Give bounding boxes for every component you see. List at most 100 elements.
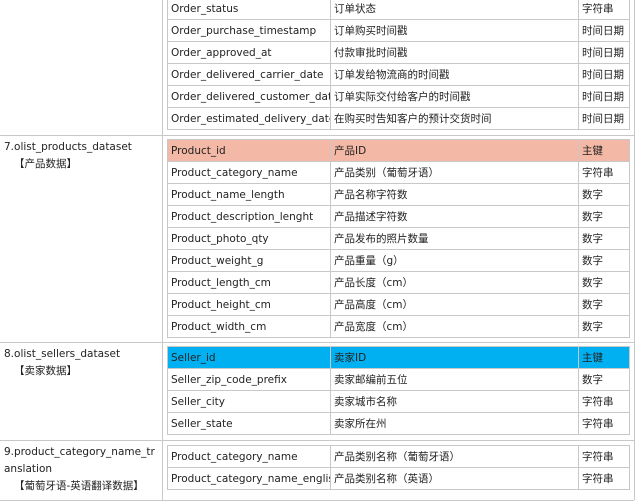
field-type: 时间日期 bbox=[578, 85, 630, 108]
table-row: Order_estimated_delivery_date 在购买时告知客户的预计… bbox=[167, 107, 630, 130]
field-type: 时间日期 bbox=[578, 19, 630, 42]
field-name: Product_category_name bbox=[167, 161, 331, 184]
table-row: Product_photo_qty 产品发布的照片数量 数字 bbox=[167, 227, 630, 250]
field-type: 时间日期 bbox=[578, 41, 630, 64]
field-type: 字符串 bbox=[578, 161, 630, 184]
table-row: Product_height_cm 产品高度（cm） 数字 bbox=[167, 293, 630, 316]
table-row: Order_delivered_carrier_date 订单发给物流商的时间戳时… bbox=[167, 63, 630, 86]
field-description: 订单实际交付给客户的时间戳 bbox=[330, 85, 579, 108]
field-name: Product_category_name_english bbox=[167, 467, 331, 490]
table-row: Order_purchase_timestamp 订单购买时间戳 时间日期 bbox=[167, 19, 630, 42]
field-type: 数字 bbox=[578, 368, 630, 391]
table-row: Seller_state 卖家所在州 字符串 bbox=[167, 412, 630, 435]
field-type: 时间日期 bbox=[578, 63, 630, 86]
field-description: 产品名称字符数 bbox=[330, 183, 579, 206]
section-title: 8.olist_sellers_dataset bbox=[4, 348, 121, 360]
table-section: 9.product_category_name_translation 【葡萄牙语… bbox=[0, 440, 635, 501]
field-description: 产品类别名称（葡萄牙语） bbox=[330, 445, 579, 468]
table-row: Product_length_cm 产品长度（cm） 数字 bbox=[167, 271, 630, 294]
section-title: 9.product_category_name_translation bbox=[4, 446, 155, 475]
field-name: Product_width_cm bbox=[167, 315, 331, 338]
field-type: 字符串 bbox=[578, 445, 630, 468]
field-name: Product_name_length bbox=[167, 183, 331, 206]
field-description: 产品重量（g） bbox=[330, 249, 579, 272]
section-subtitle: 【卖家数据】 bbox=[14, 365, 77, 377]
field-description: 产品类别名称（英语） bbox=[330, 467, 579, 490]
field-type: 数字 bbox=[578, 227, 630, 250]
field-name: Product_height_cm bbox=[167, 293, 331, 316]
divider bbox=[634, 0, 635, 135]
field-description: 产品发布的照片数量 bbox=[330, 227, 579, 250]
field-table: Seller_id 卖家ID 主键 Seller_zip_code_prefix 卖家邮… bbox=[167, 346, 630, 435]
table-row: Order_status 订单状态 字符串 bbox=[167, 0, 630, 20]
table-row: Product_weight_g 产品重量（g） 数字 bbox=[167, 249, 630, 272]
table-row: Product_width_cm 产品宽度（cm） 数字 bbox=[167, 315, 630, 338]
field-type: 主键 bbox=[578, 139, 630, 162]
field-description: 卖家城市名称 bbox=[330, 390, 579, 413]
field-name: Order_delivered_carrier_date bbox=[167, 63, 331, 86]
field-description: 卖家所在州 bbox=[330, 412, 579, 435]
divider bbox=[162, 135, 163, 342]
divider bbox=[634, 440, 635, 500]
table-section: Order_status 订单状态 字符串 Order_purchase_timest… bbox=[0, 0, 635, 136]
field-description: 付款审批时间戳 bbox=[330, 41, 579, 64]
field-type: 数字 bbox=[578, 183, 630, 206]
table-row: Product_category_name 产品类别（葡萄牙语） 字符串 bbox=[167, 161, 630, 184]
field-name: Product_id bbox=[167, 139, 331, 162]
field-description: 订单状态 bbox=[330, 0, 579, 20]
field-table: Product_id 产品ID 主键 Product_category_name 产品类… bbox=[167, 139, 630, 338]
divider bbox=[634, 342, 635, 440]
section-subtitle: 【产品数据】 bbox=[14, 158, 77, 170]
table-row: Seller_city 卖家城市名称 字符串 bbox=[167, 390, 630, 413]
field-description: 卖家邮编前五位 bbox=[330, 368, 579, 391]
field-description: 产品宽度（cm） bbox=[330, 315, 579, 338]
field-description: 在购买时告知客户的预计交货时间 bbox=[330, 107, 579, 130]
field-name: Order_delivered_customer_date bbox=[167, 85, 331, 108]
section-label: 7.olist_products_dataset 【产品数据】 bbox=[4, 139, 160, 173]
field-description: 产品描述字符数 bbox=[330, 205, 579, 228]
field-name: Product_description_lenght bbox=[167, 205, 331, 228]
field-type: 数字 bbox=[578, 205, 630, 228]
field-type: 字符串 bbox=[578, 467, 630, 490]
field-name: Product_photo_qty bbox=[167, 227, 331, 250]
field-description: 产品长度（cm） bbox=[330, 271, 579, 294]
key-row: Seller_id 卖家ID 主键 bbox=[167, 346, 630, 369]
field-name: Order_purchase_timestamp bbox=[167, 19, 331, 42]
divider bbox=[162, 0, 163, 135]
key-row: Product_id 产品ID 主键 bbox=[167, 139, 630, 162]
section-subtitle: 【葡萄牙语-英语翻译数据】 bbox=[14, 480, 144, 492]
divider bbox=[162, 440, 163, 500]
field-type: 主键 bbox=[578, 346, 630, 369]
field-description: 订单发给物流商的时间戳 bbox=[330, 63, 579, 86]
field-name: Order_status bbox=[167, 0, 331, 20]
field-name: Product_weight_g bbox=[167, 249, 331, 272]
field-name: Seller_state bbox=[167, 412, 331, 435]
field-name: Seller_id bbox=[167, 346, 331, 369]
table-row: Product_name_length 产品名称字符数 数字 bbox=[167, 183, 630, 206]
field-type: 数字 bbox=[578, 293, 630, 316]
section-label: 9.product_category_name_translation 【葡萄牙语… bbox=[4, 444, 160, 495]
table-row: Order_approved_at 付款审批时间戳 时间日期 bbox=[167, 41, 630, 64]
field-table: Product_category_name 产品类别名称（葡萄牙语） 字符串 Prod… bbox=[167, 445, 630, 490]
table-section: 7.olist_products_dataset 【产品数据】 Product_id… bbox=[0, 135, 635, 343]
field-name: Product_category_name bbox=[167, 445, 331, 468]
field-name: Seller_zip_code_prefix bbox=[167, 368, 331, 391]
table-row: Seller_zip_code_prefix 卖家邮编前五位 数字 bbox=[167, 368, 630, 391]
table-row: Product_description_lenght 产品描述字符数 数字 bbox=[167, 205, 630, 228]
section-label: 8.olist_sellers_dataset 【卖家数据】 bbox=[4, 346, 160, 380]
section-title: 7.olist_products_dataset bbox=[4, 141, 132, 153]
field-name: Seller_city bbox=[167, 390, 331, 413]
field-description: 产品ID bbox=[330, 139, 579, 162]
table-row: Product_category_name_english 产品类别名称（英语）字… bbox=[167, 467, 630, 490]
divider bbox=[162, 342, 163, 440]
field-name: Product_length_cm bbox=[167, 271, 331, 294]
field-table: Order_status 订单状态 字符串 Order_purchase_timest… bbox=[167, 0, 630, 130]
field-type: 字符串 bbox=[578, 0, 630, 20]
field-description: 产品高度（cm） bbox=[330, 293, 579, 316]
field-type: 字符串 bbox=[578, 412, 630, 435]
table-section: 8.olist_sellers_dataset 【卖家数据】 Seller_id 卖家… bbox=[0, 342, 635, 441]
divider bbox=[634, 135, 635, 342]
field-type: 字符串 bbox=[578, 390, 630, 413]
field-type: 数字 bbox=[578, 271, 630, 294]
table-row: Product_category_name 产品类别名称（葡萄牙语） 字符串 bbox=[167, 445, 630, 468]
